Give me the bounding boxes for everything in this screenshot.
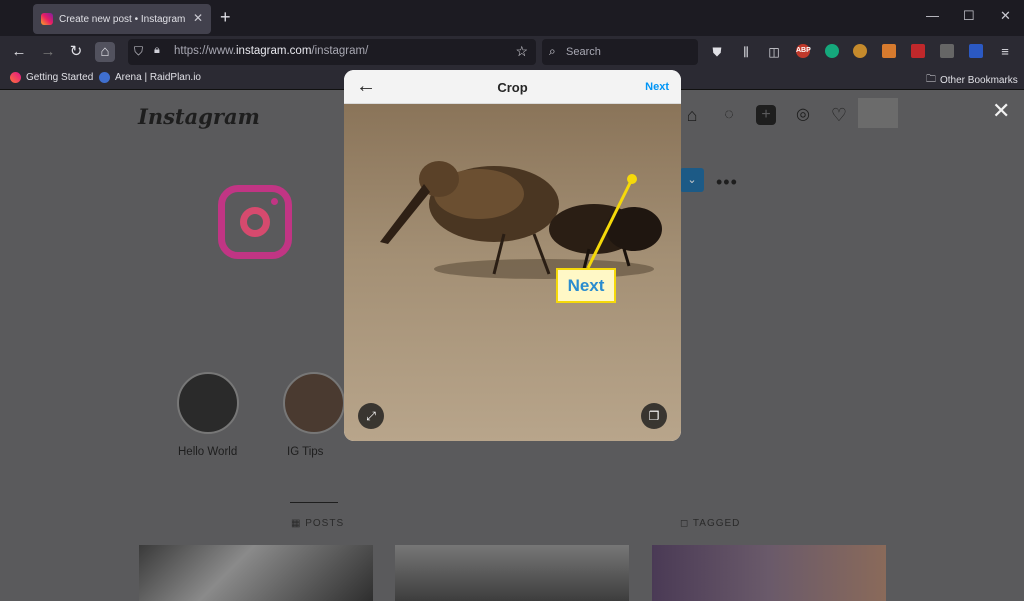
window-close-icon[interactable]: ✕ bbox=[1000, 8, 1011, 24]
bookmark-label: Getting Started bbox=[26, 72, 94, 83]
navigation-bar: ← → ↻ ⌂ ⛉ 🔒︎ https://www.instagram.com/i… bbox=[0, 36, 1024, 68]
url-text: https://www.instagram.com/instagram/ bbox=[174, 45, 369, 57]
extension-icon[interactable] bbox=[911, 44, 925, 58]
browser-window: Create new post • Instagram ✕ + — ☐ ✕ ← … bbox=[0, 0, 1024, 601]
close-icon[interactable]: ✕ bbox=[992, 100, 1010, 122]
post-thumbnail[interactable] bbox=[139, 545, 373, 601]
more-options-icon[interactable]: ••• bbox=[716, 172, 738, 193]
home-icon[interactable]: ⌂ bbox=[95, 42, 115, 62]
tab-posts[interactable]: ▦ POSTS bbox=[291, 518, 344, 529]
crop-photo[interactable]: ⤢ ❐ bbox=[344, 104, 681, 441]
star-icon[interactable]: ☆ bbox=[515, 43, 528, 60]
tab-title: Create new post • Instagram bbox=[59, 13, 186, 25]
bookmark-raidplan[interactable]: Arena | RaidPlan.io bbox=[99, 72, 201, 83]
folder-icon: 🗀︎ bbox=[926, 74, 936, 85]
tab-bar: Create new post • Instagram ✕ + — ☐ ✕ bbox=[0, 0, 1024, 36]
extension-icon[interactable] bbox=[969, 44, 983, 58]
multi-select-icon[interactable]: ❐ bbox=[641, 403, 667, 429]
search-icon: ⌕ bbox=[549, 44, 556, 58]
reload-icon[interactable]: ↻ bbox=[66, 42, 86, 62]
sidebar-icon[interactable]: ◫ bbox=[764, 42, 784, 62]
maximize-icon[interactable]: ☐ bbox=[963, 8, 975, 24]
follow-dropdown-button[interactable]: ⌄ bbox=[680, 168, 704, 192]
explore-icon[interactable]: ◎ bbox=[793, 105, 813, 125]
forward-arrow-icon[interactable]: → bbox=[38, 42, 58, 62]
new-post-icon[interactable]: + bbox=[756, 105, 776, 125]
back-arrow-icon[interactable]: ← bbox=[9, 42, 29, 62]
library-icon[interactable]: ⫼ bbox=[736, 42, 756, 62]
home-icon[interactable]: ⌂ bbox=[682, 105, 702, 125]
instagram-favicon-icon bbox=[41, 13, 53, 25]
post-thumbnail[interactable] bbox=[652, 545, 886, 601]
instagram-logo[interactable]: Instagram bbox=[138, 104, 260, 129]
raidplan-icon bbox=[99, 72, 110, 83]
modal-title: Crop bbox=[497, 80, 528, 95]
menu-icon[interactable]: ≡ bbox=[995, 42, 1015, 62]
extension-icon[interactable] bbox=[882, 44, 896, 58]
highlight-label: Hello World bbox=[178, 446, 238, 458]
heart-icon[interactable]: ♡ bbox=[829, 105, 849, 125]
search-placeholder: Search bbox=[566, 46, 601, 58]
minimize-icon[interactable]: — bbox=[926, 8, 939, 23]
create-post-modal: ← Crop Next ⤢ ❐ bbox=[344, 70, 681, 441]
camera-lens-icon bbox=[240, 207, 270, 237]
new-tab-button[interactable]: + bbox=[220, 8, 231, 26]
highlight-ig-tips[interactable] bbox=[283, 372, 345, 434]
shield-icon[interactable]: ⛉ bbox=[134, 44, 143, 59]
browser-tab[interactable]: Create new post • Instagram ✕ bbox=[33, 4, 211, 34]
expand-icon[interactable]: ⤢ bbox=[358, 403, 384, 429]
highlight-label: IG Tips bbox=[287, 446, 324, 458]
next-callout-label: Next bbox=[556, 268, 616, 303]
adblock-extension-icon[interactable]: ABP bbox=[796, 44, 811, 58]
next-button[interactable]: Next bbox=[645, 81, 669, 93]
reader-icon[interactable] bbox=[940, 44, 954, 58]
profile-picture bbox=[218, 185, 292, 259]
highlight-hello-world[interactable] bbox=[177, 372, 239, 434]
search-input[interactable]: ⌕ Search bbox=[542, 39, 698, 65]
url-bar[interactable]: ⛉ 🔒︎ https://www.instagram.com/instagram… bbox=[128, 39, 536, 65]
tab-close-icon[interactable]: ✕ bbox=[193, 12, 203, 24]
pocket-icon[interactable]: ⛊ bbox=[707, 42, 727, 62]
tab-tagged[interactable]: ◻ TAGGED bbox=[680, 518, 740, 529]
bird-photo bbox=[344, 104, 681, 441]
modal-header: ← Crop Next bbox=[344, 70, 681, 104]
post-thumbnail[interactable] bbox=[395, 545, 629, 601]
bookmark-label: Arena | RaidPlan.io bbox=[115, 72, 201, 83]
messenger-icon[interactable]: ◌ bbox=[719, 105, 739, 125]
firefox-icon bbox=[10, 72, 21, 83]
other-bookmarks[interactable]: 🗀︎ Other Bookmarks bbox=[926, 72, 1018, 89]
profile-avatar[interactable] bbox=[858, 98, 898, 128]
grammarly-extension-icon[interactable] bbox=[825, 44, 839, 58]
bookmark-label: Other Bookmarks bbox=[940, 75, 1018, 86]
extension-icon[interactable] bbox=[853, 44, 867, 58]
bookmark-getting-started[interactable]: Getting Started bbox=[10, 72, 93, 83]
camera-dot-icon bbox=[271, 198, 278, 205]
lock-icon[interactable]: 🔒︎ bbox=[154, 44, 160, 57]
active-tab-indicator bbox=[290, 502, 338, 503]
